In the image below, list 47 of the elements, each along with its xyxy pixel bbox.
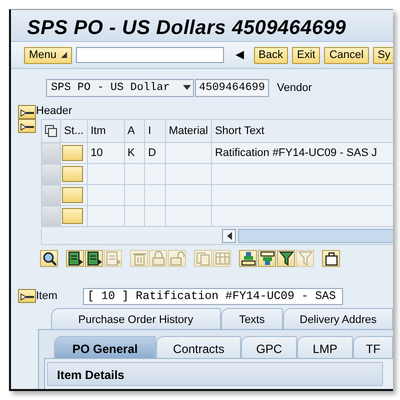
toolbar-button[interactable]: Cancel [324, 46, 369, 64]
toolbar-button[interactable]: Sy [372, 46, 393, 64]
tab[interactable]: Texts [220, 308, 284, 329]
sort-descending-icon[interactable] [258, 250, 276, 267]
tab[interactable]: PO General [54, 336, 156, 358]
column-header[interactable]: St... [60, 120, 88, 142]
item-selector-field[interactable]: [ 10 ] Ratification #FY14-UC09 - SAS [83, 288, 344, 304]
select-all-icon[interactable] [45, 124, 57, 137]
horizontal-scrollbar[interactable] [238, 229, 393, 243]
status-button[interactable] [62, 208, 83, 224]
vendor-label: Vendor [277, 80, 312, 96]
sort-ascending-icon[interactable] [239, 250, 257, 267]
filter-icon[interactable] [277, 250, 295, 267]
document-type-dropdown[interactable]: SPS PO - US Dollar [46, 79, 194, 97]
expand-toggle-icon[interactable] [18, 105, 36, 119]
document-number-field[interactable]: 4509464699 [195, 79, 270, 97]
tab[interactable]: Delivery Addres [283, 308, 393, 329]
column-header[interactable]: A [124, 120, 145, 142]
section-label: Item [36, 288, 58, 304]
column-header[interactable]: I [144, 120, 166, 142]
section-title: Item Details [57, 368, 124, 382]
back-arrow-icon[interactable]: ◀ [236, 46, 244, 64]
status-button[interactable] [62, 187, 83, 203]
column-header[interactable]: Short Text [211, 120, 393, 142]
table-cell: 10 [87, 142, 124, 164]
status-button[interactable] [62, 145, 83, 161]
tab[interactable]: GPC [241, 336, 297, 358]
toolbar-button[interactable]: Back [254, 46, 288, 64]
column-header[interactable]: Material [165, 120, 212, 142]
command-field[interactable] [76, 47, 224, 63]
collapse-toggle-icon[interactable] [18, 289, 36, 303]
scroll-left-icon[interactable] [222, 229, 236, 243]
toolbar-button[interactable]: Exit [292, 46, 320, 64]
tab[interactable]: TF [353, 336, 393, 358]
tab[interactable]: Purchase Order History [51, 308, 220, 329]
layout-toggle-icon[interactable] [18, 119, 36, 133]
search-icon[interactable] [40, 250, 58, 267]
tab[interactable]: LMP [296, 336, 354, 358]
table-cell: K [124, 142, 145, 164]
bag-icon[interactable] [322, 250, 340, 267]
status-button[interactable] [62, 166, 83, 182]
table-cell: D [144, 142, 166, 164]
section-label: Header [36, 104, 72, 118]
column-header[interactable]: Itm [87, 120, 124, 142]
menu-button[interactable]: Menu [24, 46, 72, 64]
window-title: SPS PO - US Dollars 4509464699 [27, 17, 346, 39]
tab[interactable]: Contracts [156, 336, 242, 358]
